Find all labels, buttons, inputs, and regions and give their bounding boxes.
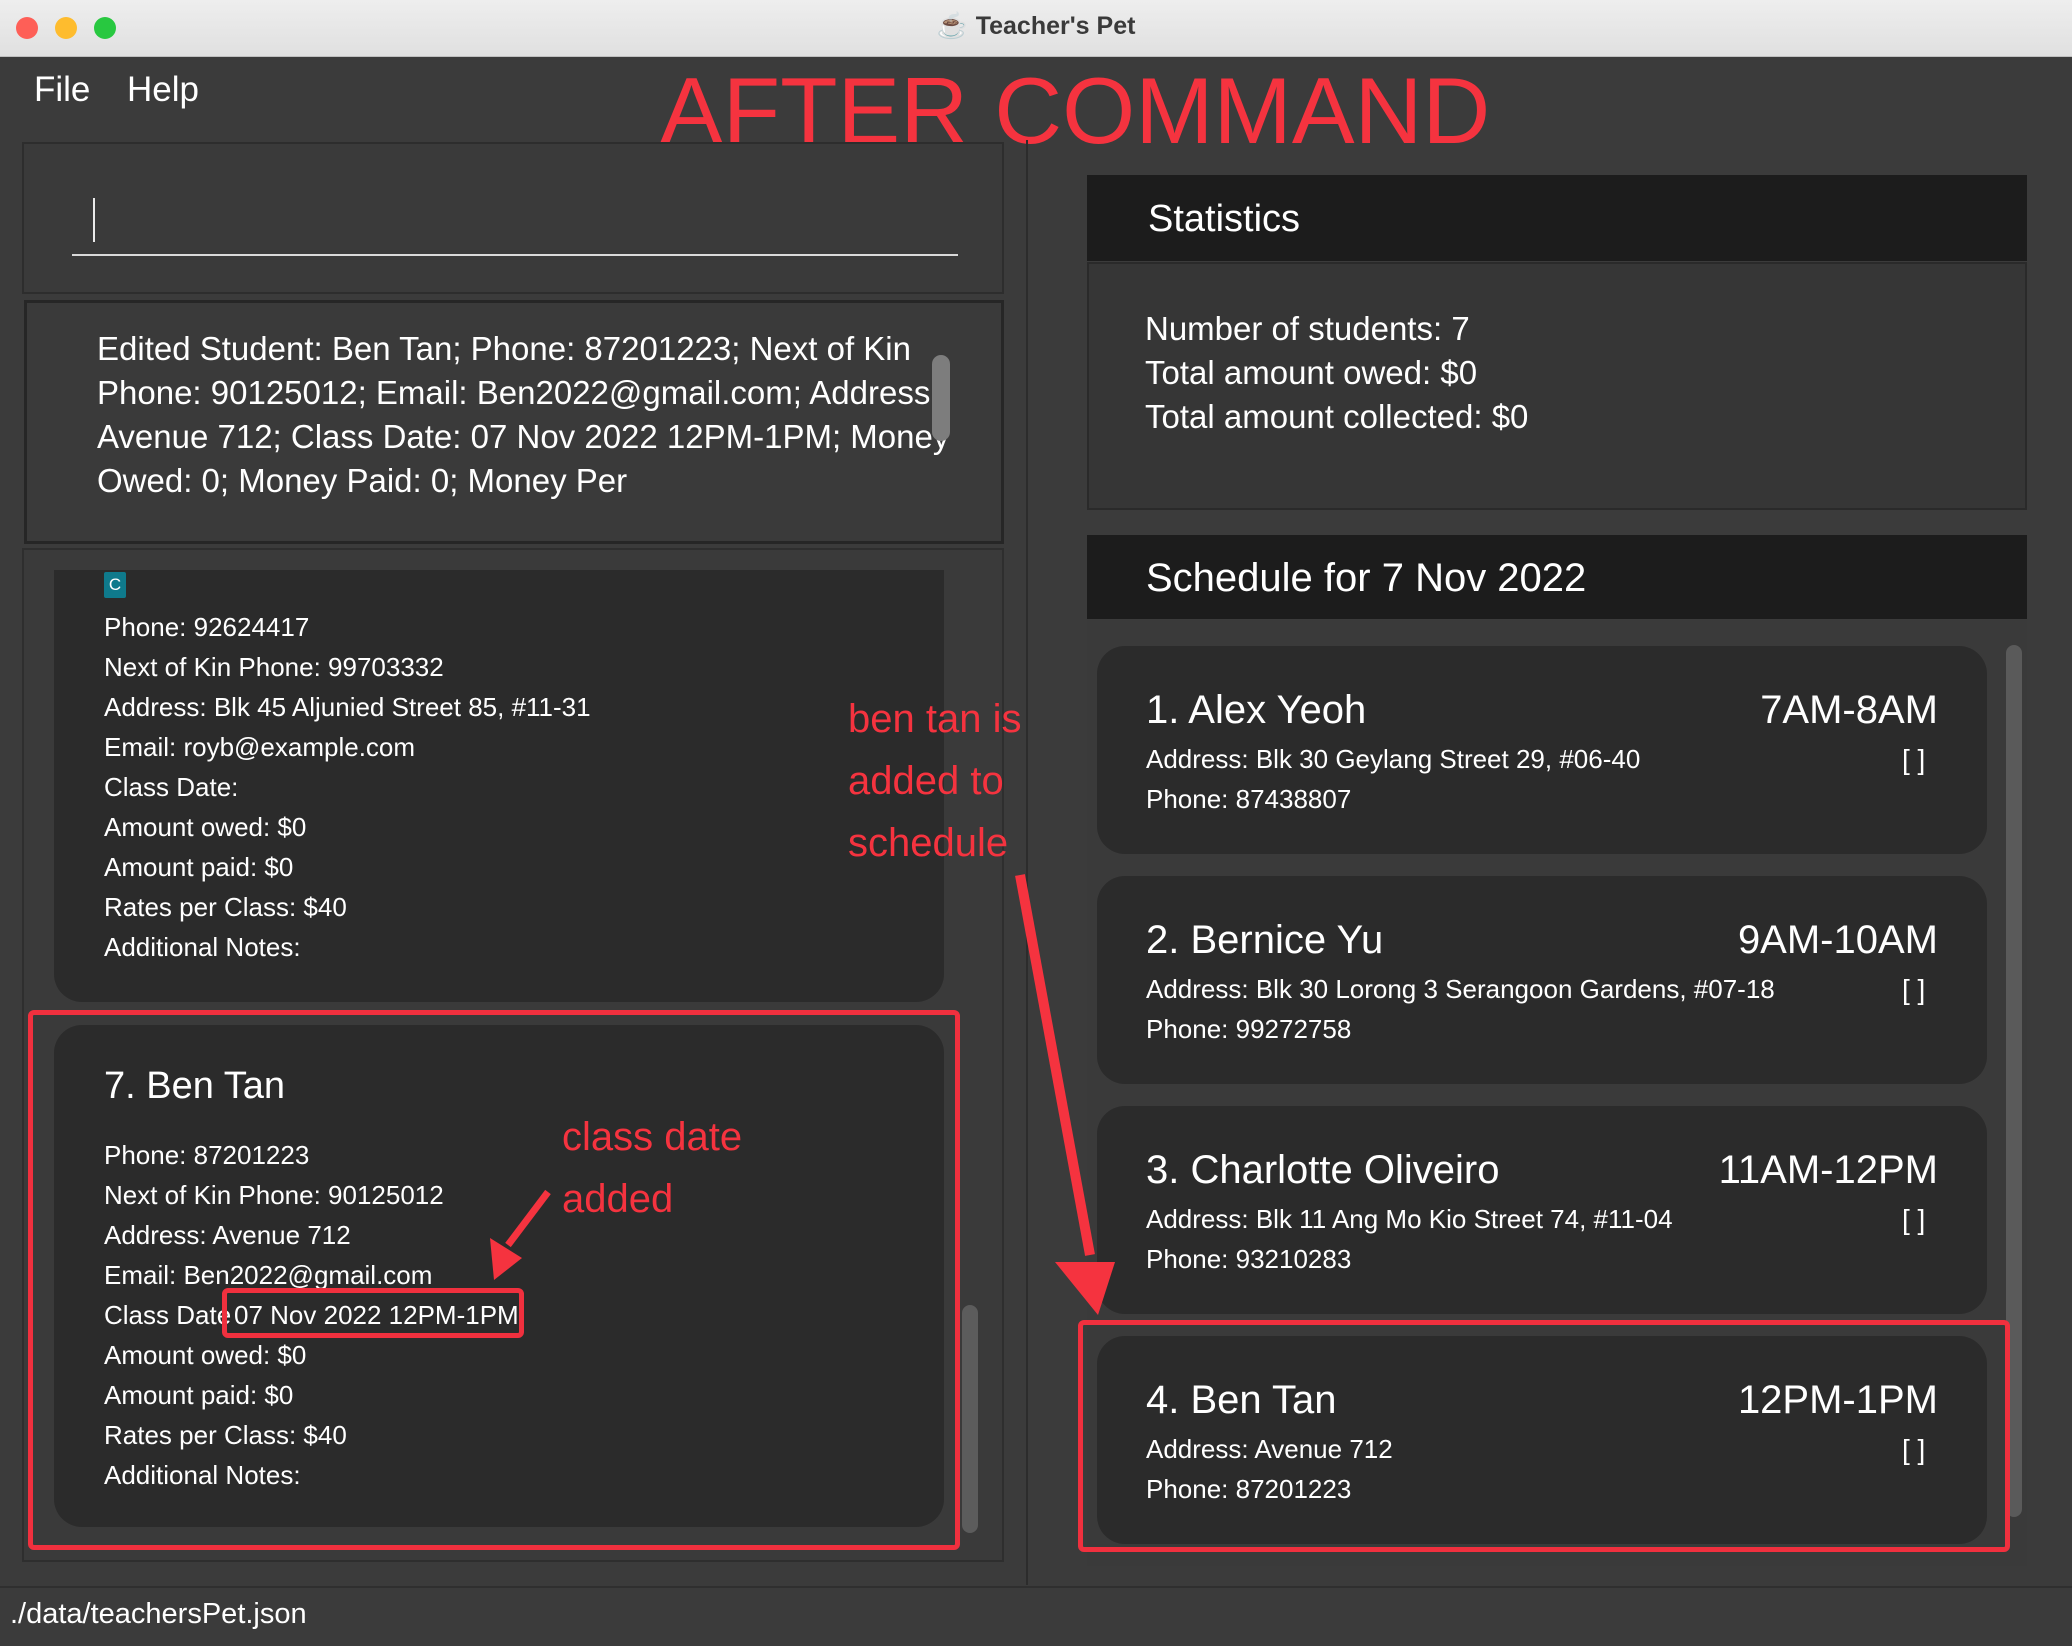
arrow-to-class-date bbox=[505, 1189, 551, 1248]
arrow-to-schedule bbox=[1015, 874, 1095, 1256]
annotation-arrows bbox=[490, 874, 1115, 1315]
status-file-path: ./data/teachersPet.json bbox=[10, 1598, 307, 1630]
arrow-to-schedule-head bbox=[1055, 1262, 1115, 1315]
arrow-to-class-date-head bbox=[490, 1238, 522, 1280]
status-bar bbox=[0, 1586, 2072, 1646]
